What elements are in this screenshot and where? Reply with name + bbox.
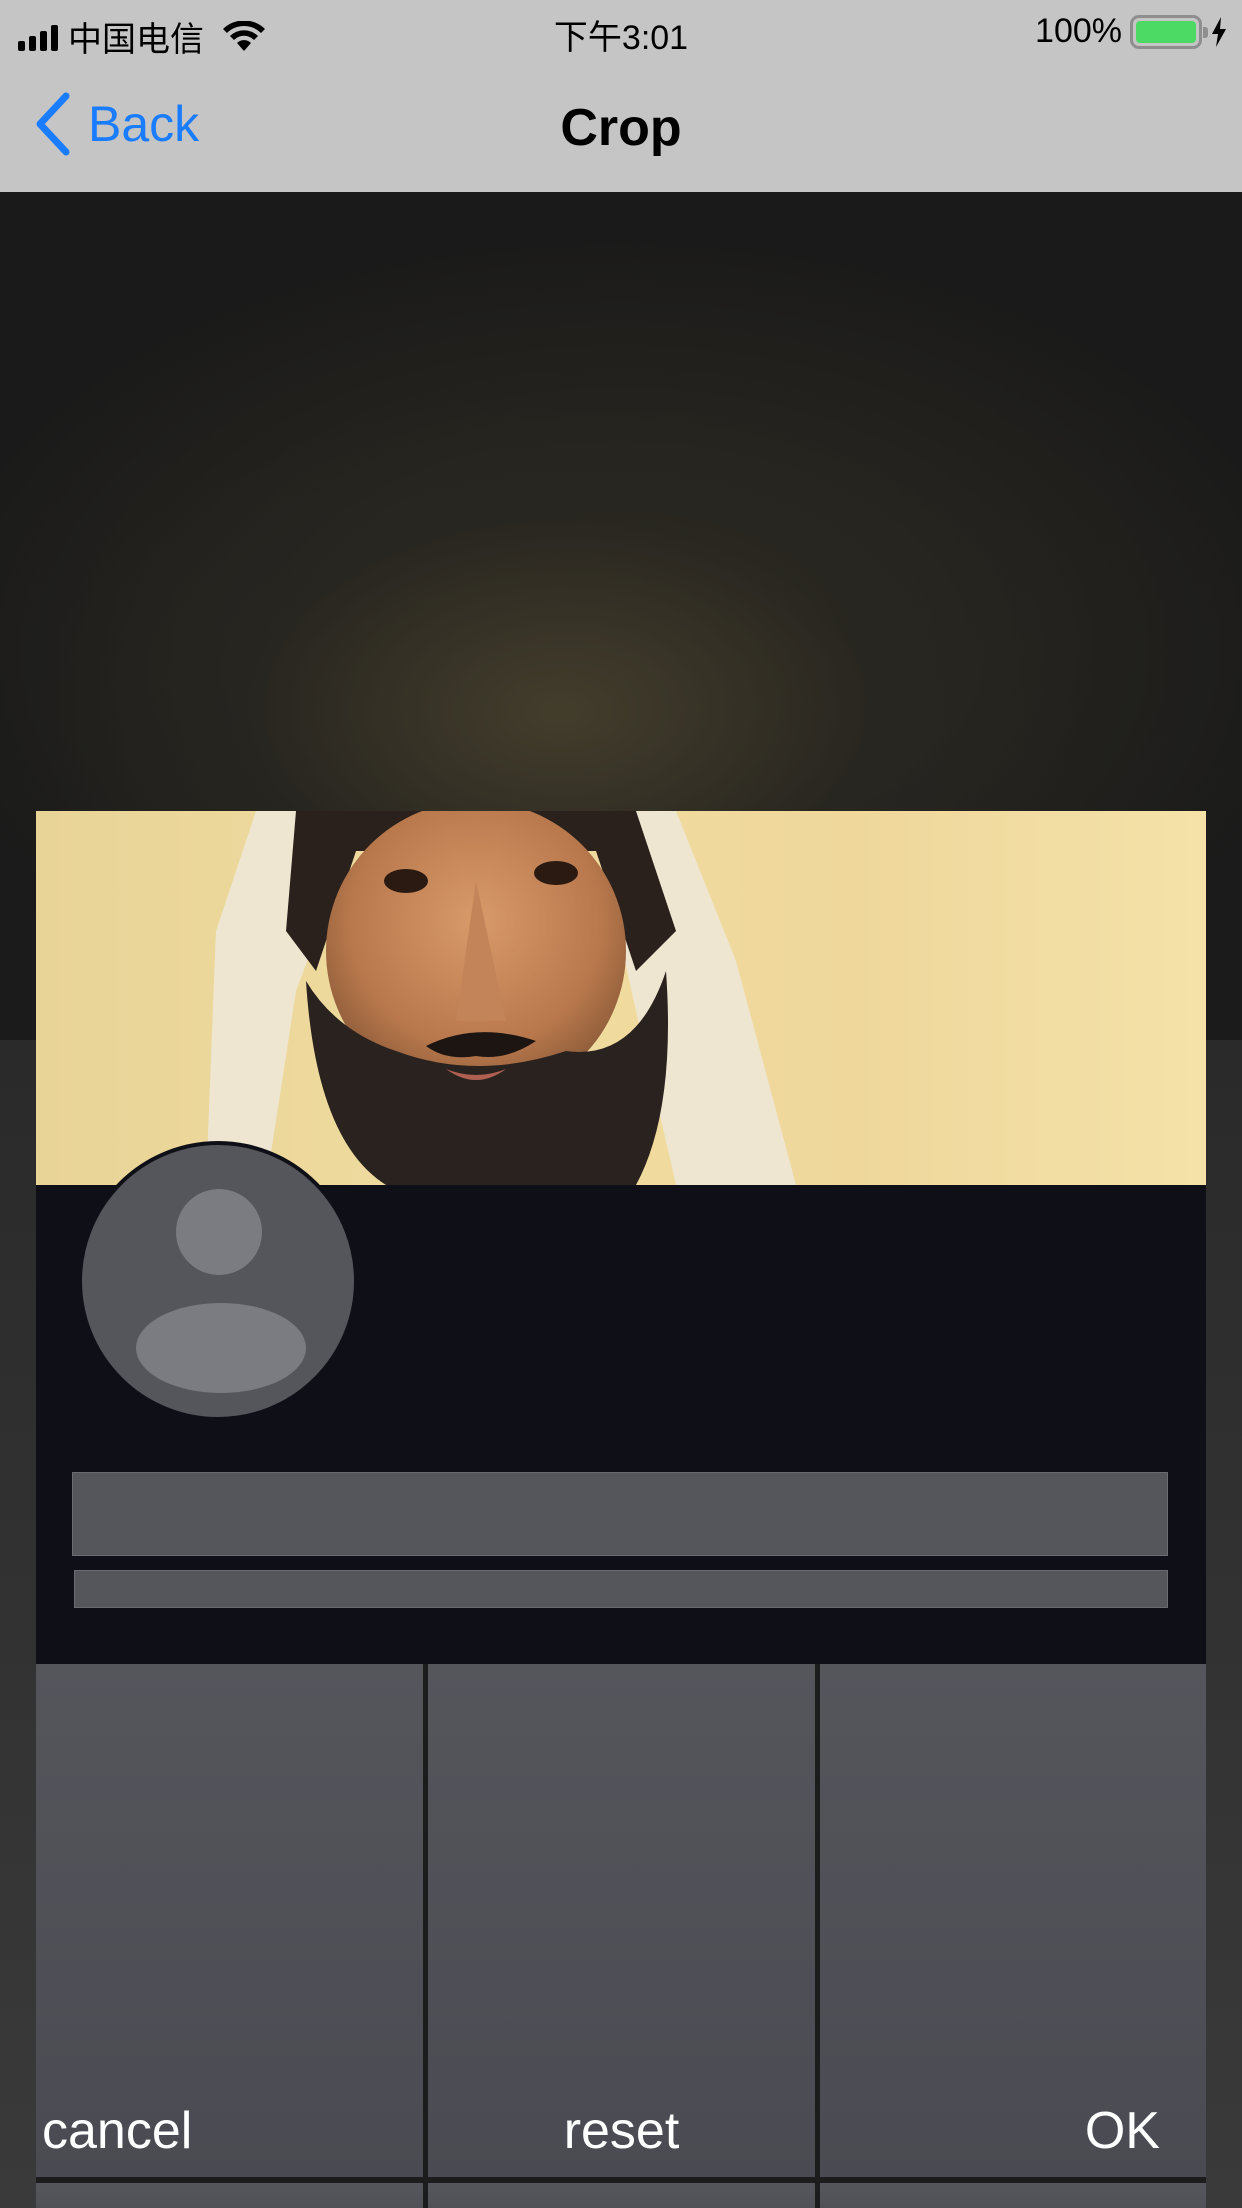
cover-photo <box>36 811 1206 1185</box>
grid-cell-left: cancel <box>36 1664 423 2177</box>
cover-photo-image <box>206 811 796 1185</box>
charging-bolt-icon <box>1212 16 1226 47</box>
grid-cell-center: reset <box>428 1664 815 2177</box>
grid-cell-bottom-left <box>36 2183 423 2208</box>
page-title: Crop <box>560 99 682 157</box>
avatar-placeholder-icon <box>78 1141 358 1421</box>
action-grid: cancel reset OK <box>36 1664 1206 2208</box>
blurred-edge-right <box>1206 1040 1242 2208</box>
battery-icon <box>1130 14 1208 49</box>
blurred-edge-left <box>0 1040 36 2208</box>
crop-frame[interactable]: cancel reset OK <box>36 811 1206 2208</box>
navigation-bar: Back Crop <box>0 62 1242 192</box>
battery-fill <box>1136 20 1196 43</box>
ok-button[interactable]: OK <box>1085 2101 1160 2161</box>
battery-percent: 100% <box>1035 12 1122 50</box>
cancel-button[interactable]: cancel <box>42 2101 192 2161</box>
name-placeholder-bar <box>72 1472 1168 1556</box>
grid-cell-bottom-right <box>820 2183 1206 2208</box>
status-right: 100% <box>1035 12 1228 51</box>
grid-cell-right: OK <box>820 1664 1206 2177</box>
grid-cell-bottom-center <box>428 2183 815 2208</box>
reset-button[interactable]: reset <box>428 2101 815 2161</box>
status-bar: 中国电信 下午3:01 100% <box>0 0 1242 62</box>
subtitle-placeholder-bar <box>74 1570 1168 1608</box>
